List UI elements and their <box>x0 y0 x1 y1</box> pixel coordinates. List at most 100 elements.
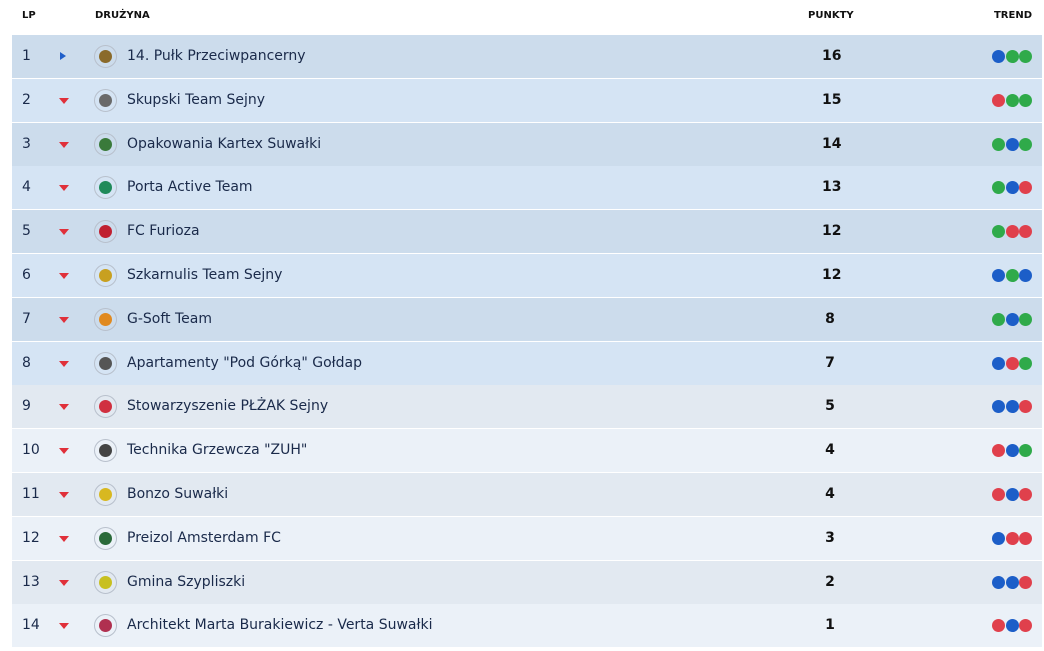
team-name-link[interactable]: FC Furioza <box>127 222 200 240</box>
table-row[interactable]: 14 Architekt Marta Burakiewicz - Verta Su… <box>12 604 1042 648</box>
trend-win-icon <box>1019 50 1032 63</box>
team-name-link[interactable]: Technika Grzewcza "ZUH" <box>127 441 307 459</box>
trend-loss-icon <box>992 93 1005 107</box>
trend-draw-icon <box>1005 400 1019 414</box>
trend-win-icon <box>992 225 1005 239</box>
trend-loss-icon <box>1005 531 1019 545</box>
table-row[interactable]: 6 Szkarnulis Team Sejny 12 <box>12 253 1042 297</box>
arrow-down-icon <box>59 360 69 367</box>
arrow-down-icon <box>59 185 69 192</box>
team-points: 3 <box>825 529 835 546</box>
trend-win-icon <box>992 137 1005 151</box>
trend-win-icon <box>992 312 1005 326</box>
team-logo-icon <box>94 176 117 200</box>
row-position: 3 <box>22 135 31 152</box>
trend-loss-icon <box>1019 487 1032 501</box>
trend-draw-icon <box>1005 444 1019 458</box>
trend-indicator <box>992 400 1032 414</box>
trend-win-icon <box>1005 268 1019 282</box>
team-name-link[interactable]: Stowarzyszenie PŁŻAK Sejny <box>127 397 328 415</box>
row-position: 4 <box>22 179 31 196</box>
team-points: 4 <box>825 485 835 502</box>
trend-indicator <box>992 531 1032 545</box>
team-points: 1 <box>825 617 835 634</box>
trend-draw-icon <box>1005 487 1019 501</box>
table-body: 1 14. Pułk Przeciwpancerny 16 2 Skupski Team… <box>12 35 1042 648</box>
arrow-down-icon <box>59 229 69 236</box>
trend-indicator <box>992 181 1032 195</box>
arrow-down-icon <box>59 491 69 498</box>
table-row[interactable]: 8 Apartamenty "Pod Górką" Gołdap 7 <box>12 341 1042 385</box>
table-row[interactable]: 11 Bonzo Suwałki 4 <box>12 472 1042 516</box>
team-logo-icon <box>94 439 117 463</box>
team-points: 7 <box>825 354 835 371</box>
trend-win-icon <box>1019 356 1032 370</box>
team-points: 16 <box>822 48 842 64</box>
trend-indicator <box>992 356 1032 370</box>
team-name-link[interactable]: Opakowania Kartex Suwałki <box>127 135 321 153</box>
team-points: 4 <box>825 442 835 459</box>
row-position: 5 <box>22 223 31 240</box>
team-logo-icon <box>94 263 117 287</box>
row-position: 1 <box>22 48 31 64</box>
trend-win-icon <box>1019 137 1032 151</box>
arrow-down-icon <box>59 535 69 542</box>
table-row[interactable]: 4 Porta Active Team 13 <box>12 166 1042 210</box>
team-name-link[interactable]: Szkarnulis Team Sejny <box>127 266 282 284</box>
team-points: 15 <box>822 91 842 108</box>
header-trend[interactable]: TREND <box>994 10 1032 22</box>
table-row[interactable]: 3 Opakowania Kartex Suwałki 14 <box>12 122 1042 166</box>
table-row[interactable]: 7 G-Soft Team 8 <box>12 297 1042 341</box>
team-logo-icon <box>94 132 117 156</box>
team-points: 5 <box>825 398 835 415</box>
team-name-link[interactable]: Gmina Szypliszki <box>127 573 245 591</box>
team-name-link[interactable]: Architekt Marta Burakiewicz - Verta Suwa… <box>127 616 432 634</box>
table-row[interactable]: 10 Technika Grzewcza "ZUH" 4 <box>12 429 1042 473</box>
table-row[interactable]: 9 Stowarzyszenie PŁŻAK Sejny 5 <box>12 385 1042 429</box>
trend-win-icon <box>1019 444 1032 458</box>
trend-loss-icon <box>992 619 1005 633</box>
team-name-link[interactable]: 14. Pułk Przeciwpancerny <box>127 47 306 65</box>
trend-draw-icon <box>992 268 1005 282</box>
team-name-link[interactable]: Bonzo Suwałki <box>127 485 228 503</box>
trend-indicator <box>992 575 1032 589</box>
header-team[interactable]: DRUŻYNA <box>95 10 150 22</box>
trend-indicator <box>992 137 1032 151</box>
team-points: 12 <box>822 223 842 240</box>
trend-loss-icon <box>1019 619 1032 633</box>
table-row[interactable]: 2 Skupski Team Sejny 15 <box>12 78 1042 122</box>
team-logo-icon <box>94 220 117 244</box>
table-row[interactable]: 12 Preizol Amsterdam FC 3 <box>12 516 1042 560</box>
team-name-link[interactable]: G-Soft Team <box>127 310 212 328</box>
team-logo-icon <box>94 526 117 550</box>
team-points: 2 <box>825 573 835 590</box>
team-name-link[interactable]: Apartamenty "Pod Górką" Gołdap <box>127 354 362 372</box>
row-position: 14 <box>22 617 40 634</box>
team-name-link[interactable]: Porta Active Team <box>127 178 253 196</box>
trend-loss-icon <box>1019 575 1032 589</box>
trend-win-icon <box>1005 93 1019 107</box>
header-points[interactable]: PUNKTY <box>808 10 854 22</box>
trend-loss-icon <box>1019 400 1032 414</box>
row-position: 12 <box>22 529 40 546</box>
trend-indicator <box>992 93 1032 107</box>
trend-draw-icon <box>1005 137 1019 151</box>
table-row[interactable]: 13 Gmina Szypliszki 2 <box>12 560 1042 604</box>
trend-indicator <box>992 268 1032 282</box>
trend-indicator <box>992 619 1032 633</box>
trend-draw-icon <box>1005 312 1019 326</box>
row-position: 11 <box>22 485 40 502</box>
table-row[interactable]: 5 FC Furioza 12 <box>12 210 1042 254</box>
header-lp[interactable]: LP <box>22 10 36 22</box>
team-logo-icon <box>94 614 117 638</box>
team-points: 12 <box>822 266 842 283</box>
team-logo-icon <box>94 395 117 419</box>
row-position: 13 <box>22 573 40 590</box>
trend-win-icon <box>992 181 1005 195</box>
trend-indicator <box>992 50 1032 63</box>
trend-loss-icon <box>992 487 1005 501</box>
table-row[interactable]: 1 14. Pułk Przeciwpancerny 16 <box>12 35 1042 78</box>
team-name-link[interactable]: Preizol Amsterdam FC <box>127 529 281 547</box>
team-name-link[interactable]: Skupski Team Sejny <box>127 91 265 109</box>
team-points: 8 <box>825 310 835 327</box>
